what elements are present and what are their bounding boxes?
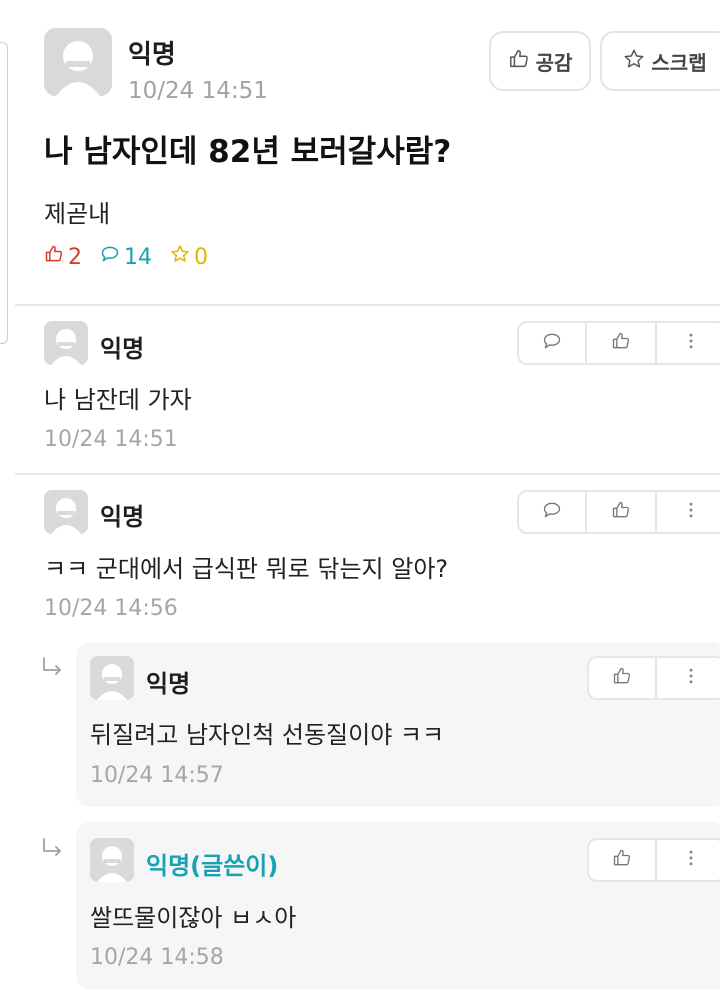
comment-time: 10/24 14:56 [44,596,178,621]
comment-author: 익명 [100,335,145,363]
scrap-button[interactable]: 스크랩 [600,31,720,91]
post-title: 나 남자인데 82년 보러갈사람? [44,134,452,170]
reply-author: 익명 [146,670,191,698]
thumbs-up-icon [611,500,631,524]
reply-button[interactable] [519,323,587,363]
more-vertical-icon [681,848,701,872]
reply-like-button[interactable] [589,658,657,698]
more-vertical-icon [681,666,701,690]
more-button[interactable] [657,492,720,532]
reply-like-button[interactable] [589,840,657,880]
scrap-count-value: 0 [194,244,208,270]
reply-button[interactable] [519,492,587,532]
more-button[interactable] [657,658,720,698]
speech-bubble-icon [542,500,562,524]
reply-time: 10/24 14:57 [90,763,224,788]
comment-text: 나 남잔데 가자 [44,386,192,414]
comment-time: 10/24 14:51 [44,427,178,452]
reply: 익명(글쓴이) 쌀뜨물이잖아 ㅂㅅ아 10/24 14:58 [76,822,720,990]
more-vertical-icon [681,331,701,355]
comment-count-value: 14 [124,244,152,270]
thumbs-up-icon [508,48,530,75]
comment-actions [517,490,720,534]
reply-text: 뒤질려고 남자인척 선동질이야 ㅋㅋ [90,721,445,749]
comment-like-button[interactable] [587,323,657,363]
post-avatar [44,28,112,96]
speech-bubble-icon [100,244,120,270]
speech-bubble-icon [542,331,562,355]
reply: 익명 뒤질려고 남자인척 선동질이야 ㅋㅋ 10/24 14:57 [76,642,720,807]
like-count-value: 2 [68,244,82,270]
reply-text: 쌀뜨물이잖아 ㅂㅅ아 [90,904,297,932]
reply-actions [587,656,720,700]
comment-avatar [44,490,88,534]
more-button[interactable] [657,840,720,880]
thumbs-up-icon [612,666,632,690]
comment-like-button[interactable] [587,492,657,532]
like-count: 2 [44,244,82,270]
more-button[interactable] [657,323,720,363]
comment: 익명 나 남잔데 가자 10/24 14:51 [0,305,720,473]
post-time: 10/24 14:51 [128,78,268,104]
reply-time: 10/24 14:58 [90,945,224,970]
post-author: 익명 [128,40,176,70]
star-icon [170,244,190,270]
comment-avatar [44,321,88,365]
comment-text: ㅋㅋ 군대에서 급식판 뭐로 닦는지 알아? [44,555,449,583]
like-button-label: 공감 [535,50,573,75]
comment-author: 익명 [100,503,145,531]
comment: 익명 ㅋㅋ 군대에서 급식판 뭐로 닦는지 알아? 10/24 14:56 [0,475,720,643]
scrap-button-label: 스크랩 [651,50,707,75]
thumbs-up-icon [611,331,631,355]
reply-avatar [90,838,134,882]
thumbs-up-icon [44,244,64,270]
reply-actions [587,838,720,882]
scrap-count: 0 [170,244,208,270]
post: 익명 10/24 14:51 공감 스크랩 나 남자인데 82년 보러갈사람? … [0,0,720,305]
thumbs-up-icon [612,848,632,872]
post-stats: 2 14 0 [44,244,226,270]
reply-arrow-icon [40,836,66,862]
like-button[interactable]: 공감 [489,31,591,91]
reply-arrow-icon [40,655,66,681]
star-icon [623,48,645,75]
comment-actions [517,321,720,365]
reply-author-writer: 익명(글쓴이) [146,852,279,880]
comment-count: 14 [100,244,152,270]
more-vertical-icon [681,500,701,524]
reply-avatar [90,656,134,700]
post-body: 제곧내 [44,200,111,228]
